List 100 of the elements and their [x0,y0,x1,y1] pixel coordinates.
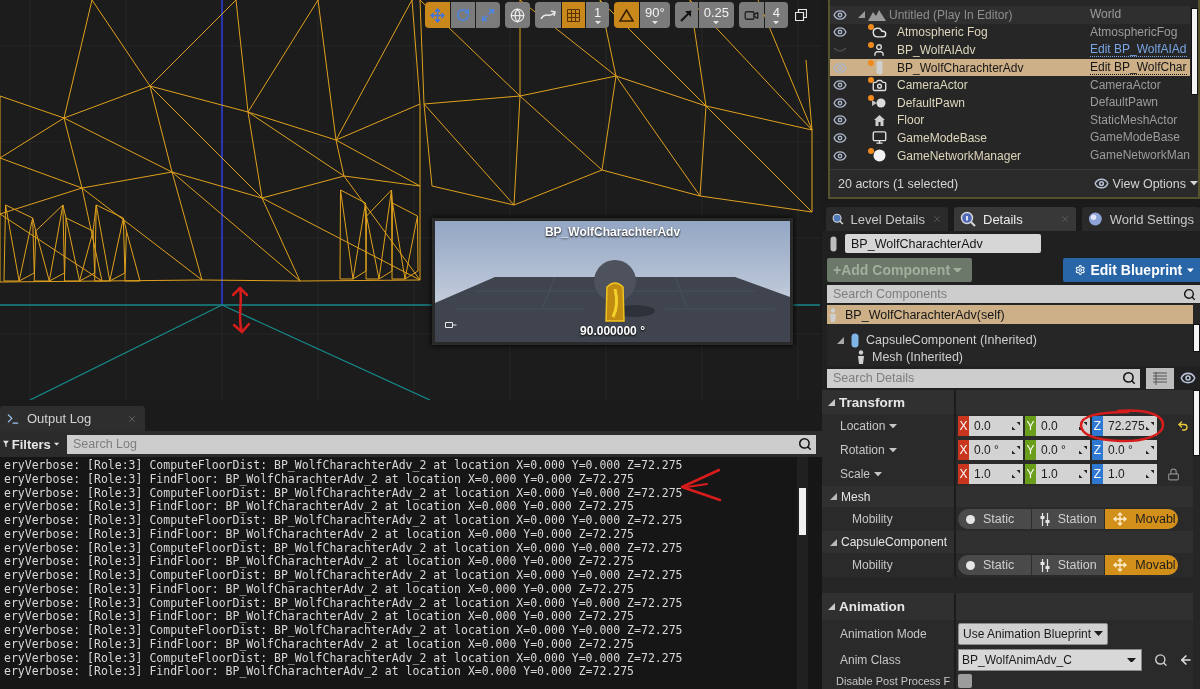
world-space-button[interactable] [505,2,530,28]
number-field[interactable]: 0.0 ° [1103,440,1157,460]
outliner-row[interactable]: BP_WolfCharachterAdv Edit BP_WolfChar [830,58,1190,77]
outliner-row[interactable]: BP_WolfAIAdv Edit BP_WolfAIAd [830,41,1190,59]
outliner-row[interactable]: DefaultPawn DefaultPawn [830,93,1190,112]
component-row[interactable]: BP_WolfCharachterAdv(self) [827,305,1193,324]
category-header[interactable]: Animation [822,593,1193,620]
rotation-angle-dropdown[interactable]: 90° [640,2,670,28]
actor-type: GameNetworkMan [1090,149,1191,163]
number-field[interactable]: 1.0 [969,464,1023,484]
filters-button[interactable]: Filters [3,434,59,454]
capsule-icon [830,235,837,252]
scrollbar-thumb[interactable] [1193,324,1200,352]
search-icon[interactable] [1153,653,1168,667]
dot-icon [966,560,975,570]
scrollbar-thumb[interactable] [1191,8,1198,95]
surface-snap-button[interactable] [535,2,561,28]
lock-icon[interactable] [1167,467,1180,481]
rotate-icon [456,8,470,22]
curve-arrow-icon [540,9,556,21]
actor-type: DefaultPawn [1090,96,1159,110]
slider-icon [1039,558,1050,572]
edit-blueprint-button[interactable]: Edit Blueprint [1063,258,1200,282]
property-label: Scale [840,467,871,481]
mobility-option[interactable]: Movabl [1104,555,1178,575]
actor-name-field[interactable]: BP_WolfCharachterAdv [845,234,1041,253]
eye-icon[interactable] [833,148,847,163]
grid-snap-button[interactable] [562,2,585,28]
view-options-button[interactable]: View Options [1093,176,1198,191]
expander-icon[interactable] [837,336,844,344]
component-row[interactable]: Mesh (Inherited) [827,349,1193,365]
eye-icon[interactable] [1180,370,1196,386]
mobility-option[interactable]: Movabl [1104,509,1178,529]
dot-icon [966,514,975,524]
scrollbar-thumb[interactable] [1193,390,1200,456]
caret-icon [651,20,658,25]
number-field[interactable]: 0.0 ° [969,440,1023,460]
resize-arrows-icon [1146,446,1154,454]
actor-name: Atmospheric Fog [897,25,988,40]
eye-icon[interactable] [833,130,847,145]
expander-icon[interactable] [828,603,835,610]
expander-icon[interactable] [830,538,837,546]
dropdown[interactable]: Use Animation Blueprint [958,622,1109,645]
figure-icon [829,307,837,322]
eye-icon[interactable] [833,78,847,93]
edit-blueprint-link[interactable]: Edit BP_WolfChar [1090,60,1187,75]
actor-name: Floor [897,113,925,128]
number-field[interactable]: 0.0 [969,416,1023,436]
log-line: eryVerbose: [Role:3] FindFloor: BP_WolfCharachterAdv_2 at location X=0.000 Y=0.000 Z=72.275 [3,665,635,679]
maximize-icon[interactable] [795,9,807,21]
scale-snap-button[interactable] [674,2,698,28]
outliner-row[interactable]: Untitled (Play In Editor) World [830,6,1190,24]
component-name: CapsuleComponent (Inherited) [866,333,1037,347]
panel-tab[interactable]: Level Details [826,207,948,231]
outliner-row[interactable]: Atmospheric Fog AtmosphericFog [830,23,1190,42]
mobility-option[interactable]: Static [958,555,1031,575]
number-field[interactable]: 1.0 [1103,464,1157,484]
camera-speed-button[interactable] [739,2,764,28]
number-field[interactable]: 0.0 ° [1036,440,1090,460]
capsule-icon [875,60,883,76]
grid-size-dropdown[interactable]: 1 [586,2,609,28]
mobility-option[interactable]: Static [958,509,1031,529]
output-log-tab[interactable]: Output Log [0,406,145,431]
preview-angle-readout: 90.000000 ° [580,324,645,338]
number-field[interactable]: 72.275 [1103,416,1157,436]
category-header[interactable]: Transform [822,390,1193,414]
actor-name: DefaultPawn [897,95,966,110]
edit-blueprint-link[interactable]: Edit BP_WolfAIAd [1090,43,1187,57]
eye-icon[interactable] [833,25,847,40]
resize-arrows-icon [1079,470,1087,478]
log-line: eryVerbose: [Role:3] FindFloor: BP_WolfCharachterAdv_2 at location X=0.000 Y=0.000 Z=72.275 [3,610,635,624]
eye-icon[interactable] [833,7,847,22]
log-line: eryVerbose: [Role:3] FindFloor: BP_WolfCharachterAdv_2 at location X=0.000 Y=0.000 Z=72.275 [3,555,635,569]
actor-type: StaticMeshActor [1090,113,1178,127]
scrollbar-thumb[interactable] [799,488,806,535]
panel-tab[interactable]: World Settings [1082,207,1200,231]
actor-count: 20 actors (1 selected) [838,176,959,191]
eye-icon[interactable] [833,113,847,128]
eye-icon[interactable] [833,95,847,110]
caret-icon [53,441,59,447]
number-field[interactable]: 0.0 [1036,416,1090,436]
view-mode-button[interactable] [1146,367,1174,389]
asset-combo-box[interactable]: BP_WolfAnimAdv_C [958,649,1142,671]
checkbox[interactable] [958,674,972,688]
expander-icon[interactable] [830,493,837,500]
expander-icon[interactable] [858,11,865,19]
scale-step-dropdown[interactable]: 0.25 [698,2,734,28]
expander-icon[interactable] [828,398,835,406]
outliner-row[interactable]: GameModeBase GameModeBase [830,129,1190,147]
rotation-snap-button[interactable] [614,2,639,28]
outliner-row[interactable]: CameraActor CameraActor [830,76,1190,94]
reset-arrow-icon[interactable] [1177,420,1189,432]
outliner-row[interactable]: Floor StaticMeshActor [830,111,1190,130]
camera-speed-dropdown[interactable]: 4 [765,2,788,28]
number-field[interactable]: 1.0 [1036,464,1090,484]
outliner-row[interactable]: GameNetworkManager GameNetworkMan [830,146,1190,165]
panel-tab[interactable]: Details [954,207,1076,231]
component-row[interactable]: CapsuleComponent (Inherited) [827,331,1193,349]
subcategory-header[interactable]: Mesh [822,486,1193,507]
subcategory-header[interactable]: CapsuleComponent [822,531,1193,553]
